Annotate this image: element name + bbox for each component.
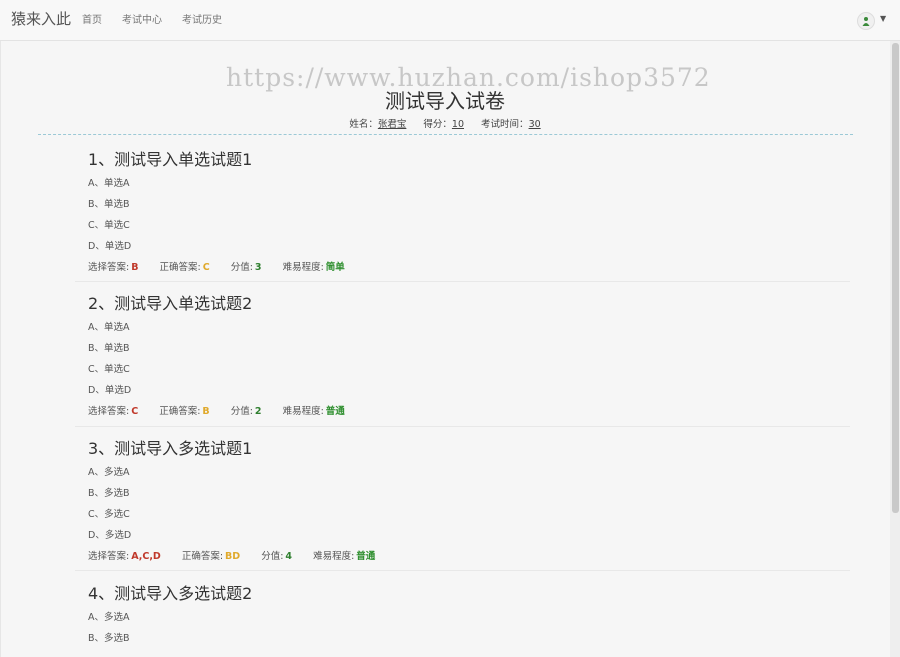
question-3: 3、测试导入多选试题1 A、多选A B、多选B C、多选C D、多选D 选择答案…: [88, 436, 848, 567]
points-value: 4: [285, 551, 293, 562]
answer-info: 选择答案: B 正确答案: C 分值: 3 难易程度: 简单: [88, 257, 848, 278]
points-value: 2: [254, 406, 262, 417]
option-b: B、单选B: [88, 343, 130, 354]
caret-down-icon[interactable]: ▼: [880, 14, 886, 23]
selected-answer: A,C,D: [131, 551, 161, 562]
difficulty-label: 难易程度:: [282, 406, 324, 417]
points-label: 分值:: [230, 262, 253, 273]
selected-label: 选择答案:: [88, 262, 130, 273]
title-divider: [38, 134, 853, 135]
option-a: A、多选A: [88, 467, 130, 478]
option-a: A、单选A: [88, 178, 130, 189]
question-1: 1、测试导入单选试题1 A、单选A B、单选B C、单选C D、单选D 选择答案…: [88, 147, 848, 278]
selected-answer: B: [131, 262, 139, 273]
nav-exam-center[interactable]: 考试中心: [122, 11, 162, 26]
student-score: 10: [451, 119, 465, 130]
question-2: 2、测试导入单选试题2 A、单选A B、单选B C、单选C D、单选D 选择答案…: [88, 291, 848, 422]
correct-label: 正确答案:: [159, 406, 201, 417]
scrollbar-thumb[interactable]: [892, 43, 899, 513]
option-d: D、单选D: [88, 241, 132, 252]
correct-answer: B: [202, 406, 210, 417]
points-value: 3: [254, 262, 262, 273]
question-divider: [75, 281, 850, 282]
difficulty-label: 难易程度:: [282, 262, 324, 273]
answer-info: 选择答案: C 正确答案: B 分值: 2 难易程度: 普通: [88, 401, 848, 422]
brand-logo[interactable]: 猿来入此: [11, 8, 71, 29]
question-title: 1、测试导入单选试题1: [88, 150, 253, 169]
option-d: D、单选D: [88, 385, 132, 396]
paper-meta: 姓名：张君宝 得分：10 考试时间：30: [0, 116, 890, 130]
score-label: 得分：: [423, 119, 452, 130]
question-4: 4、测试导入多选试题2 A、多选A B、多选B: [88, 581, 848, 657]
nav-exam-history[interactable]: 考试历史: [182, 11, 222, 26]
option-c: C、多选C: [88, 509, 130, 520]
top-navbar: 猿来入此 首页 考试中心 考试历史 ▼: [0, 0, 900, 41]
question-title: 4、测试导入多选试题2: [88, 584, 253, 603]
option-b: B、多选B: [88, 488, 130, 499]
avatar-figure-icon: [862, 17, 870, 26]
question-title: 3、测试导入多选试题1: [88, 439, 253, 458]
exam-time: 30: [528, 119, 541, 130]
time-label: 考试时间：: [481, 119, 529, 130]
correct-label: 正确答案:: [181, 551, 224, 562]
question-divider: [75, 426, 850, 427]
selected-label: 选择答案:: [88, 551, 130, 562]
selected-answer: C: [131, 406, 139, 417]
option-b: B、单选B: [88, 199, 130, 210]
name-label: 姓名：: [349, 119, 378, 130]
vertical-scrollbar[interactable]: [890, 41, 900, 657]
nav-home[interactable]: 首页: [82, 11, 102, 26]
option-d: D、多选D: [88, 530, 132, 541]
difficulty-value: 普通: [356, 551, 376, 562]
student-name: 张君宝: [377, 119, 407, 130]
correct-answer: BD: [225, 551, 241, 562]
answer-info: 选择答案: A,C,D 正确答案: BD 分值: 4 难易程度: 普通: [88, 546, 848, 567]
question-title: 2、测试导入单选试题2: [88, 294, 253, 313]
difficulty-label: 难易程度:: [313, 551, 355, 562]
option-a: A、单选A: [88, 322, 130, 333]
points-label: 分值:: [261, 551, 284, 562]
user-avatar-icon[interactable]: [857, 12, 875, 30]
option-c: C、单选C: [88, 364, 130, 375]
correct-answer: C: [202, 262, 210, 273]
correct-label: 正确答案:: [159, 262, 201, 273]
question-divider: [75, 570, 850, 571]
option-b: B、多选B: [88, 633, 130, 644]
difficulty-value: 普通: [325, 406, 345, 417]
option-c: C、单选C: [88, 220, 130, 231]
selected-label: 选择答案:: [88, 406, 130, 417]
difficulty-value: 简单: [325, 262, 345, 273]
option-a: A、多选A: [88, 612, 130, 623]
paper-title: 测试导入试卷: [385, 89, 505, 113]
points-label: 分值:: [230, 406, 253, 417]
